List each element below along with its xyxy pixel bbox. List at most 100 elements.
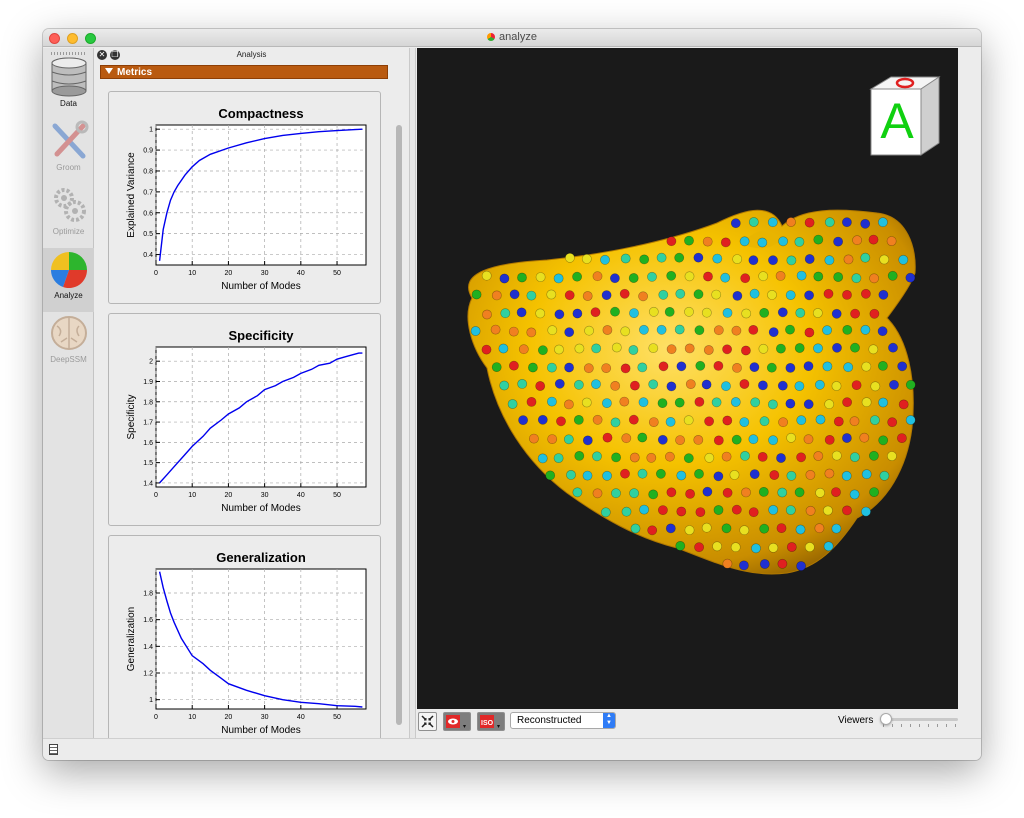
particle — [741, 308, 752, 319]
log-icon[interactable] — [49, 744, 58, 755]
particle — [648, 489, 659, 500]
particle — [646, 452, 657, 463]
particle — [517, 272, 527, 283]
particle — [693, 289, 704, 300]
particle — [758, 486, 769, 497]
y-tick-label: 1 — [149, 127, 153, 134]
particle — [869, 308, 880, 319]
particle — [664, 306, 675, 317]
toolbar-item-label: Analyze — [54, 291, 83, 300]
particle — [546, 396, 557, 407]
particle — [775, 343, 786, 354]
viewers-slider-knob[interactable] — [880, 713, 892, 725]
toolbar-item-groom[interactable]: Groom — [43, 120, 94, 184]
x-tick-label: 40 — [297, 492, 305, 499]
x-tick-label: 20 — [225, 714, 233, 721]
chart-title: Compactness — [218, 106, 303, 121]
particle — [804, 542, 815, 552]
generalization-chart: Generalization 0 10 20 30 40 50 1 1.2 1.4 1.6 1.8 Nu… — [108, 535, 381, 748]
chart-title: Specificity — [228, 328, 294, 343]
x-tick-label: 10 — [188, 492, 196, 499]
x-axis-label: Number of Modes — [221, 503, 300, 514]
particle — [600, 507, 611, 518]
viewers-slider-track[interactable] — [883, 718, 958, 721]
particle — [556, 416, 566, 427]
particle — [695, 507, 706, 517]
metrics-section-header[interactable]: Metrics — [100, 65, 388, 79]
display-mode-select[interactable]: Reconstructed ▲ ▼ — [510, 712, 616, 729]
orientation-label: A — [880, 93, 914, 149]
particle — [581, 397, 592, 408]
particle — [721, 451, 732, 462]
toolbar-grip[interactable] — [51, 52, 87, 55]
particle — [786, 217, 796, 227]
particle — [794, 236, 805, 247]
particle — [547, 325, 558, 336]
viewers-slider-ticks — [883, 724, 958, 727]
particle — [886, 236, 897, 246]
panel-scrollbar[interactable] — [396, 125, 402, 725]
particle — [704, 416, 714, 427]
particle — [898, 399, 909, 410]
particle — [694, 542, 704, 553]
particle — [665, 523, 676, 534]
particle — [566, 469, 576, 480]
particle — [785, 398, 796, 409]
toolbar-item-analyze[interactable]: Analyze — [43, 248, 94, 312]
particle — [554, 344, 564, 355]
particle — [564, 290, 575, 301]
particle — [547, 434, 558, 444]
particle — [722, 487, 733, 498]
autoview-button[interactable] — [418, 712, 437, 731]
glyph-visibility-button[interactable] — [443, 712, 471, 731]
particle — [684, 525, 695, 535]
particle — [638, 397, 649, 408]
particle — [628, 345, 639, 355]
particle — [574, 450, 585, 461]
toolbar-item-optimize[interactable]: Optimize — [43, 184, 94, 248]
particle — [803, 361, 814, 371]
particle — [859, 432, 870, 443]
particle — [850, 342, 860, 353]
splitter-handle[interactable] — [409, 48, 416, 738]
y-tick-label: 1.2 — [143, 671, 153, 678]
particle — [898, 254, 909, 265]
particle — [785, 290, 796, 300]
y-tick-label: 1.5 — [143, 460, 153, 467]
particle — [637, 432, 648, 443]
particle — [582, 435, 593, 446]
particle — [831, 308, 842, 319]
gears-icon — [53, 188, 86, 222]
particle — [537, 414, 548, 425]
toolbar-item-label: Groom — [56, 163, 81, 172]
particle — [870, 381, 881, 392]
x-tick-label: 40 — [297, 714, 305, 721]
x-tick-label: 30 — [261, 492, 269, 499]
particle — [621, 433, 632, 444]
particle — [481, 270, 492, 281]
toolbar-item-deepssm[interactable]: DeepSSM — [43, 312, 94, 376]
particle — [768, 504, 779, 515]
particle — [803, 434, 814, 445]
particle — [602, 325, 613, 335]
particle — [860, 218, 871, 229]
particle — [499, 380, 510, 391]
isosurface-button[interactable]: ISO — [477, 712, 505, 731]
particle — [629, 488, 639, 499]
particle — [721, 381, 731, 391]
toolbar-item-data[interactable]: Data — [43, 56, 94, 120]
particle — [648, 343, 659, 353]
database-icon — [51, 57, 86, 97]
particle — [685, 379, 696, 389]
particle — [554, 378, 565, 389]
module-toolbar: Data Groom Optimize Analyze DeepSSM — [43, 48, 94, 738]
particle — [722, 415, 733, 426]
particle — [768, 327, 779, 337]
particle — [730, 397, 741, 407]
particle — [676, 470, 687, 481]
status-bar — [43, 738, 981, 760]
particle — [601, 290, 612, 300]
particle — [711, 289, 722, 300]
particle — [878, 397, 888, 408]
3d-viewer[interactable]: A — [417, 48, 958, 709]
